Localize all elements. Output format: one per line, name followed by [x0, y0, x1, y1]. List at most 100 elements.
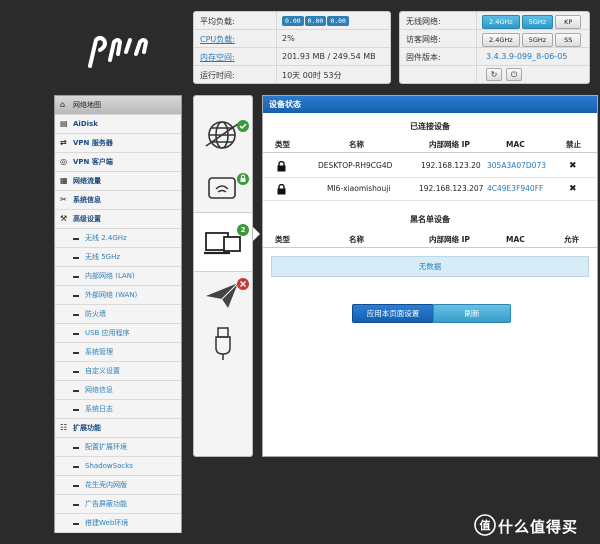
sidebar-item-6[interactable]: ⚒ 高级设置 — [55, 210, 181, 229]
tools-icon: ✂ — [60, 195, 67, 204]
wireless-5ghz-button[interactable]: 5GHz — [521, 15, 554, 29]
sidebar-item-label: 无线 2.4GHz — [85, 234, 127, 242]
sidebar-item-20[interactable]: 花生壳内网版 — [55, 476, 181, 495]
sidebar-item-22[interactable]: 搭建Web环境 — [55, 514, 181, 533]
memory-value: 201.93 MB / 249.54 MB — [282, 52, 376, 61]
device-mac[interactable]: 4C49E3F940FF — [487, 178, 543, 200]
sidebar-item-label: 无线 5GHz — [85, 253, 121, 261]
sidebar-item-4[interactable]: ▦ 网络流量 — [55, 172, 181, 191]
firmware-label: 固件版本: — [406, 53, 441, 62]
watermark-text: 什么值得买 — [498, 518, 579, 536]
wireless-row: 无线网络: 2.4GHz 5GHz KP — [400, 12, 589, 30]
sidebar-item-15[interactable]: 网络信息 — [55, 381, 181, 400]
cpu-load-1: 0.00 — [282, 16, 304, 26]
guest-24ghz-button[interactable]: 2.4GHz — [482, 33, 520, 47]
sidebar-item-11[interactable]: 防火墙 — [55, 305, 181, 324]
block-icon[interactable]: ✖ — [569, 178, 577, 200]
disk-icon: ▤ — [60, 119, 68, 128]
sidebar-item-label: 网络地图 — [73, 101, 101, 109]
sidebar-item-1[interactable]: ▤ AiDisk — [55, 115, 181, 134]
usb-status-cell[interactable] — [194, 314, 252, 372]
sidebar-item-label: 防火墙 — [85, 310, 106, 318]
vpn-server-icon: ⇄ — [60, 138, 67, 147]
guest-label: 访客网络: — [406, 35, 441, 44]
clients-status-cell[interactable]: 2 — [194, 212, 252, 272]
sidebar-item-label: 内部网络 (LAN) — [85, 272, 135, 280]
col-block: 禁止 — [566, 140, 581, 149]
watermark: 值 什么值得买 — [468, 512, 598, 540]
guest-5ghz-button[interactable]: 5GHz — [521, 33, 554, 47]
cpu-load-label: 平均负载: — [200, 17, 235, 26]
sidebar-item-label: 配置扩展环境 — [85, 443, 127, 451]
sidebar-item-7[interactable]: 无线 2.4GHz — [55, 229, 181, 248]
device-name: MI6-xiaomishouji — [327, 184, 391, 193]
device-mac[interactable]: 305A3A07D073 — [487, 155, 546, 177]
sidebar-item-18[interactable]: 配置扩展环境 — [55, 438, 181, 457]
reboot-icon[interactable]: ↻ — [486, 68, 502, 81]
apply-settings-button[interactable]: 应用本页面设置 — [352, 304, 434, 323]
refresh-button[interactable]: 刷新 — [433, 304, 511, 323]
cpu-usage-value: 2% — [282, 34, 295, 43]
sidebar-item-16[interactable]: 系统日志 — [55, 400, 181, 419]
sidebar-item-2[interactable]: ⇄ VPN 服务器 — [55, 134, 181, 153]
wireless-status-cell[interactable] — [194, 159, 252, 217]
sidebar-item-label: VPN 客户端 — [73, 158, 113, 166]
sidebar-item-21[interactable]: 广告屏蔽功能 — [55, 495, 181, 514]
blacklist-table-header: 类型 名称 内部网络 IP MAC 允许 — [263, 233, 597, 248]
col-name: 名称 — [349, 140, 364, 149]
sidebar-item-8[interactable]: 无线 5GHz — [55, 248, 181, 267]
brand-logo — [88, 36, 149, 68]
col-ip: 内部网络 IP — [429, 140, 470, 149]
sidebar-item-label: 自定义设置 — [85, 367, 120, 375]
lock-icon — [277, 155, 286, 177]
col-type: 类型 — [275, 235, 290, 244]
wireless-router-icon — [208, 173, 249, 199]
globe-icon: ◎ — [60, 157, 67, 166]
cpu-usage-row: CPU负载: 2% — [194, 30, 390, 48]
sidebar-item-9[interactable]: 内部网络 (LAN) — [55, 267, 181, 286]
sidebar-item-label: 扩展功能 — [73, 424, 101, 432]
power-icon[interactable]: ⏻ — [506, 68, 522, 81]
wireless-kp-button[interactable]: KP — [555, 15, 582, 29]
block-icon[interactable]: ✖ — [569, 155, 577, 177]
col-allow: 允许 — [564, 235, 579, 244]
home-icon: ⌂ — [60, 100, 66, 109]
sidebar-item-label: 广告屏蔽功能 — [85, 500, 127, 508]
wireless-24ghz-button[interactable]: 2.4GHz — [482, 15, 520, 29]
globe-icon — [205, 120, 249, 149]
sidebar-item-13[interactable]: 系统管理 — [55, 343, 181, 362]
firmware-row: 固件版本: 3.4.3.9-099_8-06-05 — [400, 48, 589, 66]
sidebar-item-label: 系统信息 — [73, 196, 101, 204]
sidebar-item-17[interactable]: ☷ 扩展功能 — [55, 419, 181, 438]
cpu-usage-link[interactable]: CPU负载: — [200, 34, 235, 45]
usb-icon — [215, 327, 231, 360]
cpu-load-15: 0.00 — [327, 16, 349, 26]
connected-section-title: 已连接设备 — [410, 122, 450, 131]
sidebar-item-label: 高级设置 — [73, 215, 101, 223]
device-icon-column: 2 — [193, 95, 253, 457]
wrench-icon: ⚒ — [60, 214, 68, 223]
internet-status-cell[interactable] — [194, 106, 252, 164]
sidebar-item-14[interactable]: 自定义设置 — [55, 362, 181, 381]
firmware-value[interactable]: 3.4.3.9-099_8-06-05 — [486, 52, 567, 61]
cpu-load-5: 0.00 — [304, 16, 327, 26]
sidebar-item-10[interactable]: 外部网络 (WAN) — [55, 286, 181, 305]
sidebar-item-network-map[interactable]: ⌂ 网络地图 — [55, 96, 181, 115]
sidebar-item-19[interactable]: ShadowSocks — [55, 457, 181, 476]
power-row: ↻ ⏻ — [400, 66, 589, 83]
sidebar-item-5[interactable]: ✂ 系统信息 — [55, 191, 181, 210]
grid-icon: ☷ — [60, 423, 68, 432]
sidebar-item-label: 花生壳内网版 — [85, 481, 127, 489]
uptime-value: 10天 00时 53分 — [282, 71, 342, 80]
sidebar-menu: ⌂ 网络地图 ▤ AiDisk ⇄ VPN 服务器 ◎ VPN 客户端 ▦ 网络流量 ✂ 系统信息… — [54, 95, 182, 533]
sidebar-item-label: ShadowSocks — [85, 462, 133, 470]
guest-ss-button[interactable]: SS — [555, 33, 582, 47]
sidebar-item-12[interactable]: USB 应用程序 — [55, 324, 181, 343]
uptime-row: 运行时间: 10天 00时 53分 — [194, 66, 390, 83]
clients-count-badge: 2 — [240, 226, 246, 234]
sidebar-item-3[interactable]: ◎ VPN 客户端 — [55, 153, 181, 172]
memory-link[interactable]: 内存空间: — [200, 52, 235, 63]
svg-text:值: 值 — [480, 518, 491, 532]
cpu-load-values: 0.00 0.00 0.00 — [282, 16, 350, 26]
guest-buttons: 2.4GHz 5GHz SS — [482, 33, 583, 47]
